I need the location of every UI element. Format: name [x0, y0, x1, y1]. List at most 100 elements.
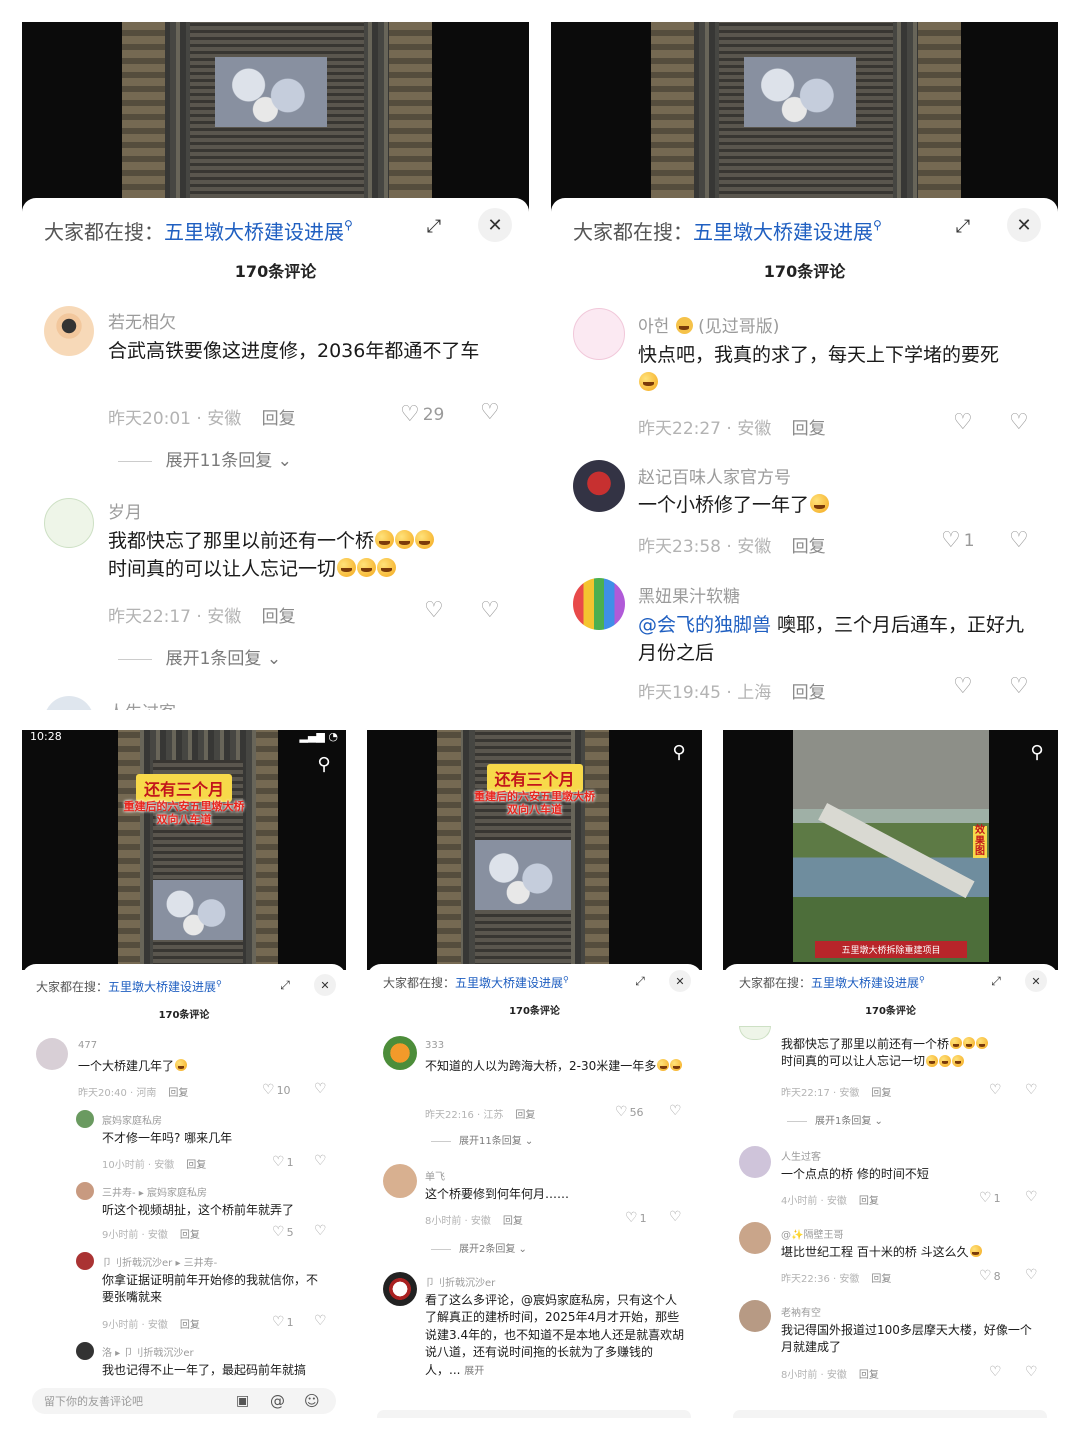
expand-icon[interactable]: ⤢ [987, 972, 1005, 990]
video-area[interactable]: 效果图 五里墩大桥拆除重建项目 ⚲ [723, 730, 1058, 970]
reply-button[interactable]: 回复 [180, 1230, 200, 1241]
dislike-icon[interactable]: ♡ [480, 598, 500, 623]
search-keyword[interactable]: 五里墩大桥建设进展 [108, 978, 216, 995]
search-suggestion[interactable]: 大家都在搜： 五里墩大桥建设进展 ⚲ [367, 970, 702, 994]
like-button[interactable]: ♡ 1 [272, 1154, 294, 1170]
dislike-icon[interactable]: ♡ [314, 1081, 327, 1097]
dislike-icon[interactable]: ♡ [669, 1209, 682, 1225]
avatar[interactable] [573, 308, 625, 360]
comment-author[interactable]: 单飞 [425, 1168, 445, 1183]
comment-author[interactable]: 三井寿- ▸ 宸妈家庭私房 [102, 1184, 207, 1199]
dislike-icon[interactable]: ♡ [1009, 528, 1029, 553]
expand-icon[interactable]: ⤢ [276, 976, 294, 994]
dislike-icon[interactable]: ♡ [1009, 674, 1029, 699]
avatar[interactable] [573, 578, 625, 630]
avatar[interactable] [383, 1272, 417, 1306]
like-button[interactable]: ♡ [989, 1364, 1002, 1380]
expand-text-button[interactable]: 展开 [464, 1366, 484, 1377]
reply-button[interactable]: 回复 [515, 1110, 535, 1121]
avatar[interactable] [76, 1252, 94, 1270]
dislike-icon[interactable]: ♡ [1025, 1082, 1038, 1098]
comment-author[interactable]: 赵记百味人家官方号 [638, 463, 791, 488]
comment-input[interactable] [733, 1410, 1047, 1418]
like-button[interactable]: ♡ 10 [262, 1082, 291, 1098]
close-button[interactable]: ✕ [669, 970, 691, 992]
video-area[interactable]: 10:28 ▂▄▆ ◔ 还有三个月 重建后的六安五里墩大桥 双向八车道 ⚲ [22, 730, 346, 970]
comment-input[interactable] [377, 1410, 691, 1418]
reply-button[interactable]: 回复 [792, 419, 826, 439]
search-keyword[interactable]: 五里墩大桥建设进展 [455, 974, 563, 991]
reply-button[interactable]: 回复 [186, 1160, 206, 1171]
expand-replies-button[interactable]: 展开11条回复 ⌄ [118, 446, 292, 471]
emoji-icon[interactable]: ☺ [304, 1392, 320, 1410]
close-button[interactable]: ✕ [1007, 208, 1041, 242]
video-area[interactable] [551, 22, 1058, 212]
avatar[interactable] [739, 1026, 771, 1040]
avatar[interactable] [739, 1222, 771, 1254]
avatar[interactable] [739, 1300, 771, 1332]
comment-author[interactable]: 宸妈家庭私房 [102, 1112, 162, 1127]
reply-button[interactable]: 回复 [871, 1088, 891, 1099]
dislike-icon[interactable]: ♡ [314, 1313, 327, 1329]
reply-button[interactable]: 回复 [859, 1370, 879, 1381]
search-icon[interactable]: ⚲ [1025, 740, 1049, 764]
reply-button[interactable]: 回复 [792, 537, 826, 557]
comment-author[interactable]: @✨隔壁王哥 [781, 1226, 843, 1241]
comment-author[interactable]: 人生过客 [108, 698, 176, 710]
image-icon[interactable]: ▣ [236, 1393, 249, 1409]
avatar[interactable] [44, 696, 94, 710]
avatar[interactable] [44, 498, 94, 548]
search-keyword[interactable]: 五里墩大桥建设进展 [693, 216, 873, 245]
like-button[interactable]: ♡ [953, 410, 973, 435]
dislike-icon[interactable]: ♡ [1025, 1189, 1038, 1205]
search-keyword[interactable]: 五里墩大桥建设进展 [811, 974, 919, 991]
avatar[interactable] [739, 1146, 771, 1178]
dislike-icon[interactable]: ♡ [1025, 1364, 1038, 1380]
avatar[interactable] [573, 460, 625, 512]
comment-author[interactable]: 若无相欠 [108, 308, 176, 333]
comment-author[interactable]: 洛 ▸ 卩刂折戟沉沙er [102, 1344, 194, 1359]
like-button[interactable]: ♡ 1 [979, 1190, 1001, 1206]
video-area[interactable]: 还有三个月 重建后的六安五里墩大桥 双向八车道 ⚲ [367, 730, 702, 970]
like-button[interactable]: ♡ 5 [272, 1224, 294, 1240]
reply-button[interactable]: 回复 [871, 1274, 891, 1285]
video-area[interactable] [22, 22, 529, 212]
reply-button[interactable]: 回复 [859, 1196, 879, 1207]
like-button[interactable]: ♡ 1 [625, 1210, 647, 1226]
search-icon[interactable]: ⚲ [667, 740, 691, 764]
expand-replies-button[interactable]: 展开1条回复 ⌄ [787, 1112, 883, 1127]
avatar[interactable] [44, 306, 94, 356]
dislike-icon[interactable]: ♡ [669, 1103, 682, 1119]
avatar[interactable] [36, 1038, 68, 1070]
like-button[interactable]: ♡ [953, 674, 973, 699]
dislike-icon[interactable]: ♡ [314, 1153, 327, 1169]
expand-icon[interactable]: ⤢ [949, 212, 977, 240]
dislike-icon[interactable]: ♡ [314, 1223, 327, 1239]
search-suggestion[interactable]: 大家都在搜： 五里墩大桥建设进展 ⚲ [551, 214, 1058, 246]
comment-author[interactable]: 人生过客 [781, 1148, 821, 1163]
comment-author[interactable]: 老衲有空 [781, 1304, 821, 1319]
close-button[interactable]: ✕ [1025, 970, 1047, 992]
avatar[interactable] [76, 1110, 94, 1128]
close-button[interactable]: ✕ [314, 974, 336, 996]
comment-author[interactable]: 333 [425, 1040, 444, 1051]
search-suggestion[interactable]: 大家都在搜： 五里墩大桥建设进展 ⚲ [723, 970, 1058, 994]
search-keyword[interactable]: 五里墩大桥建设进展 [164, 216, 344, 245]
search-suggestion[interactable]: 大家都在搜： 五里墩大桥建设进展 ⚲ [22, 974, 346, 998]
reply-button[interactable]: 回复 [262, 409, 296, 429]
reply-button[interactable]: 回复 [503, 1216, 523, 1227]
reply-button[interactable]: 回复 [180, 1320, 200, 1331]
reply-button[interactable]: 回复 [262, 607, 296, 627]
comment-author[interactable]: 卩刂折戟沉沙er [425, 1274, 495, 1289]
like-button[interactable]: ♡ 1 [941, 528, 975, 553]
like-button[interactable]: ♡ 56 [615, 1104, 644, 1120]
comment-author[interactable]: 아헌 (见过哥版) [638, 312, 779, 337]
avatar[interactable] [383, 1164, 417, 1198]
close-button[interactable]: ✕ [478, 208, 512, 242]
expand-replies-button[interactable]: 展开11条回复 ⌄ [431, 1132, 533, 1147]
dislike-icon[interactable]: ♡ [1025, 1267, 1038, 1283]
reply-button[interactable]: 回复 [792, 683, 826, 703]
comment-author[interactable]: 黑妞果汁软糖 [638, 582, 740, 607]
avatar[interactable] [76, 1182, 94, 1200]
avatar[interactable] [76, 1342, 94, 1360]
